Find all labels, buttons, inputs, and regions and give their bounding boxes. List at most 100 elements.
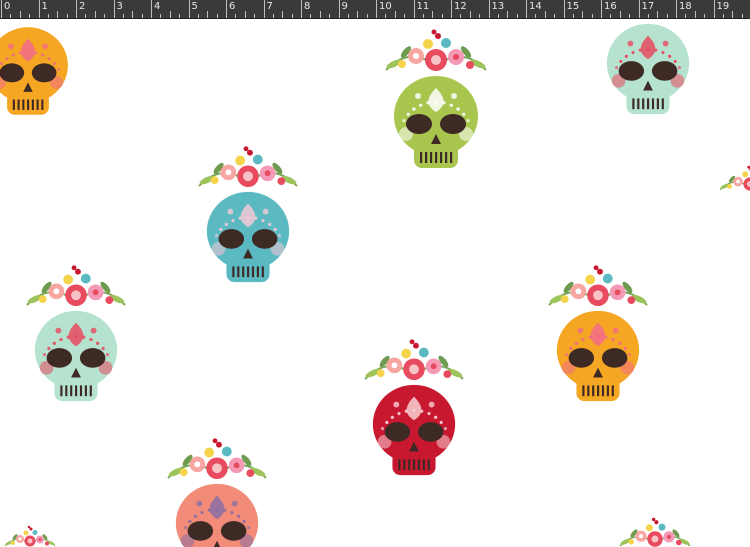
ruler-minor-tick [591, 14, 593, 18]
ruler-label: 5 [191, 1, 198, 12]
ruler-major-tick [338, 0, 340, 18]
ruler-minor-tick [544, 11, 546, 18]
ruler-minor-tick [732, 11, 734, 18]
ruler-minor-tick [385, 14, 387, 18]
ruler-label: 18 [679, 1, 692, 12]
ruler-minor-tick [694, 11, 696, 18]
ruler-minor-tick [366, 14, 368, 18]
ruler-minor-tick [722, 14, 724, 18]
ruler-minor-tick [169, 11, 171, 18]
sugar-skull-salmon-bottom [166, 437, 268, 547]
ruler-minor-tick [582, 11, 584, 18]
ruler-minor-tick [741, 14, 743, 18]
ruler-label: 2 [79, 1, 86, 12]
ruler-minor-tick [535, 14, 537, 18]
ruler-minor-tick [629, 14, 631, 18]
artboard-canvas[interactable] [0, 19, 750, 547]
ruler-minor-tick [497, 14, 499, 18]
ruler-label: 9 [341, 1, 348, 12]
ruler-minor-tick [469, 11, 471, 18]
flower-bouquet [384, 28, 488, 72]
ruler-minor-tick [516, 14, 518, 18]
ruler-major-tick [301, 0, 302, 18]
ruler-minor-tick [329, 14, 331, 18]
ruler-minor-tick [179, 14, 181, 18]
ruler-minor-tick [357, 11, 359, 18]
edge-bouquet-right [719, 165, 750, 192]
ruler-minor-tick [572, 14, 574, 18]
ruler-minor-tick [10, 14, 12, 18]
ruler-major-tick [601, 0, 602, 18]
ruler-label: 16 [604, 1, 617, 12]
ruler-minor-tick [207, 11, 209, 18]
ruler-minor-tick [460, 14, 462, 18]
edge-bouquet-bottom-left [4, 525, 56, 547]
ruler-label: 7 [266, 1, 273, 12]
ruler-major-tick [38, 0, 40, 18]
ruler-minor-tick [291, 14, 293, 18]
ruler-major-tick [151, 0, 152, 18]
horizontal-ruler[interactable]: 0 1 2 3 4 5 6 7 8 9 10 11 12 13 14 15 16 17 18 19 [0, 0, 750, 19]
ruler-label: 0 [4, 1, 11, 12]
ruler-minor-tick [347, 14, 349, 18]
ruler-minor-tick [647, 14, 649, 18]
ruler-minor-tick [404, 14, 406, 18]
ruler-label: 1 [41, 1, 48, 12]
ruler-minor-tick [132, 11, 134, 18]
flower-bouquet [166, 437, 268, 480]
ruler-major-tick [563, 0, 565, 18]
ruler-minor-tick [432, 11, 434, 18]
ruler-label: 13 [491, 1, 505, 12]
sugar-skull-orange-top-left [0, 27, 68, 115]
ruler-major-tick [188, 0, 190, 18]
sugar-skull-mint-top-right [606, 23, 690, 115]
ruler-minor-tick [394, 11, 396, 18]
ruler-major-tick [226, 0, 227, 18]
ruler-label: 19 [716, 1, 730, 12]
ruler-label: 6 [229, 1, 236, 12]
ruler-minor-tick [282, 11, 284, 18]
ruler-major-tick [488, 0, 490, 18]
ruler-label: 15 [566, 1, 580, 12]
sugar-skull-red-center [363, 338, 465, 476]
ruler-minor-tick [19, 11, 21, 18]
ruler-major-tick [76, 0, 77, 18]
ruler-major-tick [638, 0, 640, 18]
ruler-minor-tick [66, 14, 68, 18]
ruler-major-tick [713, 0, 715, 18]
ruler-minor-tick [319, 11, 321, 18]
ruler-minor-tick [197, 14, 199, 18]
ruler-label: 14 [529, 1, 542, 12]
ruler-minor-tick [57, 11, 59, 18]
ruler-minor-tick [666, 14, 668, 18]
ruler-major-tick [676, 0, 677, 18]
flower-bouquet [363, 338, 465, 381]
ruler-minor-tick [29, 14, 31, 18]
ruler-minor-tick [85, 14, 87, 18]
ruler-minor-tick [122, 14, 124, 18]
edge-bouquet-bottom-right [618, 516, 692, 547]
ruler-minor-tick [619, 11, 621, 18]
flower-bouquet [197, 145, 299, 189]
ruler-major-tick [526, 0, 527, 18]
ruler-minor-tick [216, 14, 218, 18]
ruler-minor-tick [47, 14, 49, 18]
ruler-minor-tick [657, 11, 659, 18]
ruler-major-tick [376, 0, 377, 18]
design-app-window: 0 1 2 3 4 5 6 7 8 9 10 11 12 13 14 15 16 17 18 19 [0, 0, 750, 547]
flower-bouquet [25, 264, 127, 307]
ruler-label: 10 [379, 1, 392, 12]
ruler-minor-tick [422, 14, 424, 18]
ruler-minor-tick [160, 14, 162, 18]
ruler-minor-tick [244, 11, 246, 18]
ruler-minor-tick [94, 11, 96, 18]
ruler-minor-tick [507, 11, 509, 18]
ruler-minor-tick [610, 14, 612, 18]
ruler-label: 11 [416, 1, 430, 12]
ruler-minor-tick [685, 14, 687, 18]
ruler-minor-tick [310, 14, 312, 18]
ruler-major-tick [451, 0, 452, 18]
sugar-skull-pattern [0, 23, 750, 547]
sugar-skull-green-top-center [384, 28, 488, 168]
ruler-label: 8 [304, 1, 311, 12]
